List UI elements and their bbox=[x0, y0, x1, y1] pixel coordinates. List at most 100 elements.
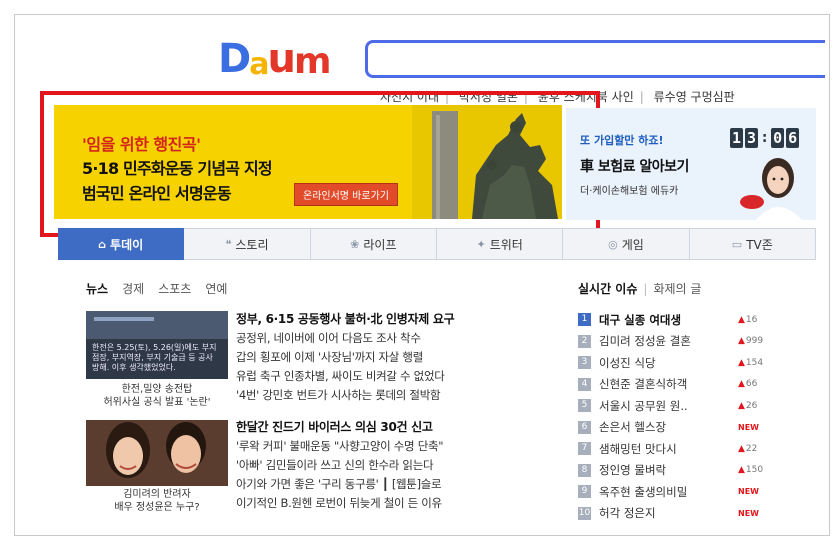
twitter-icon: ✦ bbox=[476, 237, 486, 251]
news-headline[interactable]: 정부, 6·15 공동행사 불허·北 인병자제 요구 bbox=[236, 310, 556, 330]
tab-life[interactable]: ❀ 라이프 bbox=[310, 228, 437, 260]
news-item[interactable]: 공정위, 네이버에 이어 다음도 조사 착수 bbox=[236, 330, 556, 349]
realtime-list: 1 대구 실종 여대생 ▲16 2 김미려 정성윤 결혼 ▲999 3 이성진 식당 ▲154 4… bbox=[578, 309, 778, 524]
tab-hot-posts[interactable]: 화제의 글 bbox=[653, 282, 701, 296]
arrow-up-icon: ▲ bbox=[738, 400, 745, 411]
caption-line: 한전,밀양 송전탑 bbox=[121, 384, 193, 395]
news-subtabs: 뉴스 경제 스포츠 연예 bbox=[86, 280, 227, 297]
arrow-up-icon: ▲ bbox=[738, 357, 745, 368]
rank-badge: 4 bbox=[578, 377, 591, 391]
tab-today[interactable]: ⌂ 투데이 bbox=[58, 228, 185, 260]
news-item[interactable]: '아빠' 김민들이라 쓰고 신의 한수라 읽는다 bbox=[236, 457, 556, 476]
search-box[interactable] bbox=[365, 40, 825, 78]
news-item[interactable]: 유럽 축구 인종차별, 싸이도 비켜갈 수 없었다 bbox=[236, 368, 556, 387]
rank-change-value: 154 bbox=[745, 357, 764, 368]
arrow-up-icon: ▲ bbox=[738, 379, 745, 390]
news-group: 정부, 6·15 공동행사 불허·北 인병자제 요구 공정위, 네이버에 이어 … bbox=[236, 310, 556, 406]
divider: | bbox=[643, 282, 648, 296]
rank-change: ▲66 bbox=[738, 379, 778, 389]
realtime-item[interactable]: 7 샘해밍턴 맛다시 ▲22 bbox=[578, 438, 778, 460]
tab-twitter[interactable]: ✦ 트위터 bbox=[436, 228, 564, 260]
rank-change: ▲26 bbox=[738, 401, 778, 411]
subtab-economy[interactable]: 경제 bbox=[122, 280, 144, 297]
news-item[interactable]: 갑의 횡포에 이제 '사장님'까지 자살 행렬 bbox=[236, 349, 556, 368]
rank-badge: 9 bbox=[578, 485, 591, 499]
clock-digit: 6 bbox=[786, 128, 800, 148]
news-item[interactable]: 이기적인 B.원헨 로번이 뒤늦게 철이 든 이유 bbox=[236, 495, 556, 514]
rank-change: ▲999 bbox=[738, 336, 778, 346]
realtime-item[interactable]: 1 대구 실종 여대생 ▲16 bbox=[578, 309, 778, 331]
realtime-keyword: 옥주현 출생의비밀 bbox=[599, 484, 688, 499]
realtime-keyword: 정인영 물벼락 bbox=[599, 463, 667, 478]
news-headline[interactable]: 한달간 진드기 바이러스 의심 30건 신고 bbox=[236, 418, 556, 438]
logo-letter-a: a bbox=[249, 47, 269, 82]
tab-label: 투데이 bbox=[110, 237, 144, 252]
couple-photo bbox=[86, 420, 228, 486]
ad-line2: 車 보험료 알아보기 bbox=[580, 159, 689, 175]
caption-line: 허위사실 공식 발표 '논란' bbox=[103, 397, 211, 408]
rank-badge: 8 bbox=[578, 463, 591, 477]
rank-change-value: 22 bbox=[745, 443, 758, 454]
arrow-up-icon: ▲ bbox=[738, 443, 745, 454]
rank-change-value: 150 bbox=[745, 465, 764, 476]
rank-badge: 7 bbox=[578, 442, 591, 456]
news-thumbnail[interactable]: 한전은 5.25(토), 5.26(일)에도 부지점장, 부지역장, 부지 기술… bbox=[86, 311, 228, 379]
ad-clock: 1 3 : 0 6 bbox=[730, 128, 800, 148]
tab-story[interactable]: ❝ 스토리 bbox=[184, 228, 311, 260]
tab-game[interactable]: ◎ 게임 bbox=[563, 228, 690, 260]
realtime-item[interactable]: 9 옥주현 출생의비밀 NEW bbox=[578, 481, 778, 503]
logo-letter-d: D bbox=[218, 36, 251, 82]
tab-label: TV존 bbox=[746, 237, 773, 252]
tab-tvzone[interactable]: ▭ TV존 bbox=[689, 228, 816, 260]
trending-link[interactable]: 류수영 구멍심판 bbox=[654, 90, 735, 104]
insurance-ad[interactable]: 또 가입할만 하죠! 車 보험료 알아보기 더·케이손해보험 에듀카 1 3 :… bbox=[566, 108, 816, 220]
realtime-item[interactable]: 10 허각 정은지 NEW bbox=[578, 503, 778, 525]
search-input[interactable] bbox=[368, 43, 825, 75]
realtime-item[interactable]: 5 서울시 공무원 원.. ▲26 bbox=[578, 395, 778, 417]
realtime-item[interactable]: 6 손은서 헬스장 NEW bbox=[578, 417, 778, 439]
thumbnail-caption[interactable]: 김미려의 반려자 배우 정성윤은 누구? bbox=[86, 488, 228, 514]
news-item[interactable]: '루왁 커피' 불매운동 "사향고양이 수명 단축" bbox=[236, 438, 556, 457]
logo-letter-u: u bbox=[267, 36, 296, 82]
ad-line3: 더·케이손해보험 에듀카 bbox=[580, 186, 679, 197]
gamepad-icon: ◎ bbox=[608, 237, 618, 251]
divider: | bbox=[639, 90, 644, 104]
ad-model-image bbox=[740, 158, 802, 220]
subtab-news[interactable]: 뉴스 bbox=[86, 280, 108, 297]
subtab-sports[interactable]: 스포츠 bbox=[158, 280, 191, 297]
thumbnail-text: 한전은 5.25(토), 5.26(일)에도 부지점장, 부지역장, 부지 기술… bbox=[92, 343, 217, 372]
arrow-up-icon: ▲ bbox=[738, 314, 745, 325]
life-icon: ❀ bbox=[350, 237, 360, 251]
realtime-keyword: 신현준 결혼식하객 bbox=[599, 377, 688, 392]
story-icon: ❝ bbox=[225, 237, 232, 251]
caption-line: 김미려의 반려자 bbox=[123, 489, 191, 500]
home-icon: ⌂ bbox=[98, 237, 107, 251]
news-group: 한달간 진드기 바이러스 의심 30건 신고 '루왁 커피' 불매운동 "사향고… bbox=[236, 418, 556, 514]
tab-realtime-issue[interactable]: 실시간 이슈 bbox=[578, 282, 637, 296]
rank-change: NEW bbox=[738, 487, 759, 497]
arrow-up-icon: ▲ bbox=[738, 465, 745, 476]
rank-change: ▲22 bbox=[738, 444, 778, 454]
rank-badge: 5 bbox=[578, 399, 591, 413]
clock-digit: 3 bbox=[745, 128, 759, 148]
highlight-box bbox=[40, 91, 600, 237]
daum-logo[interactable]: D a u m bbox=[218, 36, 331, 82]
clock-colon: : bbox=[760, 128, 770, 146]
realtime-keyword: 허각 정은지 bbox=[599, 506, 656, 521]
news-item[interactable]: '4번' 강민호 번트가 시사하는 롯데의 절박함 bbox=[236, 387, 556, 406]
logo-letter-m: m bbox=[293, 41, 331, 82]
news-thumbnail[interactable] bbox=[86, 420, 228, 486]
realtime-item[interactable]: 3 이성진 식당 ▲154 bbox=[578, 352, 778, 374]
rank-change-value: 66 bbox=[745, 379, 758, 390]
ad-line1: 또 가입할만 하죠! bbox=[580, 134, 664, 147]
thumbnail-caption[interactable]: 한전,밀양 송전탑 허위사실 공식 발표 '논란' bbox=[86, 383, 228, 409]
news-item[interactable]: 아기와 가면 좋은 '구리 동구릉' ┃ [웹툰]슬로 bbox=[236, 476, 556, 495]
clock-digit: 1 bbox=[730, 128, 744, 148]
realtime-keyword: 샘해밍턴 맛다시 bbox=[599, 441, 677, 456]
realtime-item[interactable]: 2 김미려 정성윤 결혼 ▲999 bbox=[578, 331, 778, 353]
realtime-item[interactable]: 8 정인영 물벼락 ▲150 bbox=[578, 460, 778, 482]
realtime-item[interactable]: 4 신현준 결혼식하객 ▲66 bbox=[578, 374, 778, 396]
subtab-entertainment[interactable]: 연예 bbox=[205, 280, 227, 297]
rank-badge: 3 bbox=[578, 356, 591, 370]
content-tabs: ⌂ 투데이 ❝ 스토리 ❀ 라이프 ✦ 트위터 ◎ 게임 ▭ TV존 bbox=[58, 228, 816, 260]
